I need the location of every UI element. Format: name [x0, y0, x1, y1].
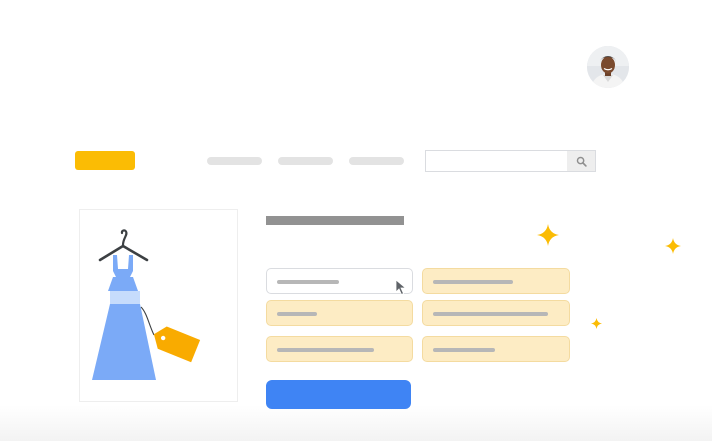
form-field-4[interactable] — [422, 300, 570, 326]
page-background-fade — [0, 405, 712, 441]
field-value — [433, 348, 495, 352]
sparkle-icon — [591, 318, 602, 329]
nav-link-2[interactable] — [278, 157, 333, 165]
pointer-cursor-icon — [395, 279, 407, 296]
nav-link-3[interactable] — [349, 157, 404, 165]
form-field-3[interactable] — [266, 300, 413, 326]
product-image-card[interactable] — [79, 209, 238, 402]
sparkle-icon — [665, 238, 681, 254]
user-avatar[interactable] — [587, 46, 629, 88]
search-icon — [576, 156, 587, 167]
product-title — [266, 216, 404, 225]
search-button[interactable] — [567, 150, 596, 172]
dress-on-hanger-with-price-tag — [92, 229, 201, 380]
sparkle-icon — [537, 224, 559, 246]
field-value — [277, 348, 374, 352]
form-field-5[interactable] — [266, 336, 413, 362]
user-avatar-icon — [587, 46, 629, 88]
field-value — [433, 280, 513, 284]
form-field-6[interactable] — [422, 336, 570, 362]
form-field-2[interactable] — [422, 268, 570, 294]
field-value — [277, 280, 339, 284]
form-field-1[interactable] — [266, 268, 413, 294]
submit-button[interactable] — [266, 380, 411, 409]
field-value — [433, 312, 548, 316]
field-value — [277, 312, 317, 316]
nav-link-1[interactable] — [207, 157, 262, 165]
brand-logo[interactable] — [75, 151, 135, 170]
